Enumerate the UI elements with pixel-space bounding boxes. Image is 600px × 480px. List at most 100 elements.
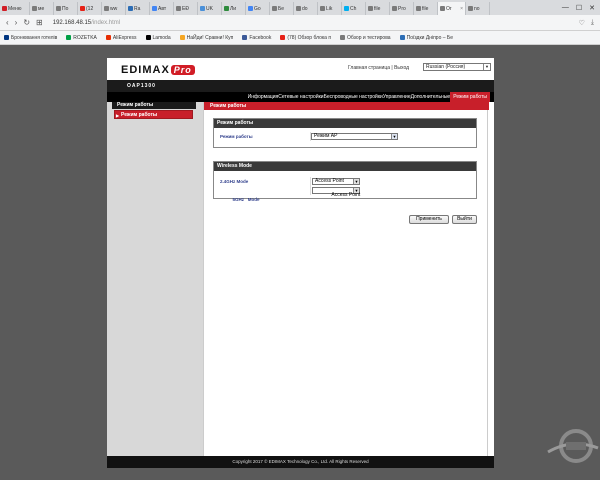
browser-tab[interactable]: Меню xyxy=(0,2,30,15)
bookmark-favicon-icon xyxy=(66,35,72,40)
close-icon[interactable]: ✕ xyxy=(589,4,595,12)
wireless-24ghz-select[interactable]: Access Point ▼ xyxy=(312,178,360,185)
browser-tab[interactable]: Lik xyxy=(318,2,342,15)
tab-label: Авт xyxy=(158,5,167,12)
footer-copyright: Copyright 2017 © EDIMAX Technology Co., … xyxy=(107,456,494,468)
exit-button[interactable]: Выйти xyxy=(452,215,477,224)
menu-item[interactable]: Беспроводные настройки xyxy=(324,92,383,102)
page-header: EDIMAX Pro Главная страница | Выход Russi… xyxy=(107,58,494,80)
sidebar-item-operation-mode[interactable]: Режим работы xyxy=(114,110,193,120)
browser-tab[interactable]: Ли xyxy=(222,2,246,15)
browser-tab[interactable]: Or × xyxy=(438,2,466,15)
tab-label: Lik xyxy=(326,5,333,12)
tab-favicon-icon xyxy=(224,6,229,11)
browser-tab[interactable]: Pro xyxy=(390,2,414,15)
logout-link[interactable]: Выход xyxy=(394,65,409,71)
operation-mode-select[interactable]: Режим AP ▼ xyxy=(311,133,398,140)
bookmark-item[interactable]: Обзор и тестирова xyxy=(340,35,391,41)
wireless-24ghz-value: Access Point xyxy=(315,178,344,184)
bookmark-item[interactable]: AliExpress xyxy=(105,35,137,41)
chevron-down-icon: ▼ xyxy=(353,188,359,193)
tab-label: По xyxy=(62,5,69,12)
browser-tab[interactable]: Go xyxy=(246,2,270,15)
mode-label: Режим работы xyxy=(220,134,253,139)
address-bar: ‹ › ↻ ⊞ 192.168.48.15/index.html ♡ ⤓ xyxy=(0,15,600,31)
browser-tab[interactable]: ww xyxy=(102,2,126,15)
apply-button[interactable]: Применить xyxy=(409,215,449,224)
bookmark-label: Поїздки Дніпро – Бе xyxy=(406,34,453,41)
browser-tab[interactable]: EĐ xyxy=(174,2,198,15)
wireless-5ghz-select[interactable]: Access Point ▼ xyxy=(312,187,360,198)
bookmark-favicon-icon xyxy=(242,35,248,40)
browser-tab[interactable]: Ch xyxy=(342,2,366,15)
tab-favicon-icon xyxy=(176,6,181,11)
home-link[interactable]: Главная страница xyxy=(348,65,390,71)
browser-tab[interactable]: (12 xyxy=(78,2,102,15)
tab-label: Ch xyxy=(350,5,357,12)
bookmark-item[interactable]: (78) Обзор блока п xyxy=(280,35,331,41)
browser-tab[interactable]: По xyxy=(54,2,78,15)
menu-item[interactable]: Дополнительные xyxy=(411,92,451,102)
url-field[interactable]: 192.168.48.15/index.html xyxy=(53,20,120,26)
browser-tab[interactable]: file xyxy=(366,2,390,15)
mode-panel-heading: Режим работы xyxy=(214,119,476,128)
bookmark-label: ROZETKA xyxy=(73,34,97,41)
bookmark-item[interactable]: Бронювання готелів xyxy=(4,35,57,41)
tab-label: Or xyxy=(446,5,452,12)
close-tab-icon[interactable]: × xyxy=(460,6,463,12)
tab-label: UK xyxy=(206,5,213,12)
url-path: /index.html xyxy=(91,19,121,26)
chevron-down-icon: ▼ xyxy=(353,179,359,184)
browser-tab[interactable]: ме xyxy=(30,2,54,15)
browser-tab-bar: Меню ме По (12 ww Ra Авт EĐ UK Ли Go Бе do Lik Ch file P… xyxy=(0,0,600,15)
speed-dial-icon[interactable]: ⊞ xyxy=(36,18,43,27)
tab-favicon-icon xyxy=(2,6,7,11)
tab-label: Ли xyxy=(230,5,237,12)
operation-mode-value: Режим AP xyxy=(314,133,338,139)
row-divider xyxy=(310,186,311,195)
chevron-down-icon: ▼ xyxy=(483,64,490,70)
tab-favicon-icon xyxy=(56,6,61,11)
browser-tab[interactable]: UK xyxy=(198,2,222,15)
bookmark-heart-icon[interactable]: ♡ xyxy=(579,19,585,27)
bookmark-favicon-icon xyxy=(280,35,286,40)
tab-favicon-icon xyxy=(416,6,421,11)
menu-item[interactable]: Режим работы xyxy=(450,92,490,102)
bookmark-item[interactable]: Поїздки Дніпро – Бе xyxy=(399,34,453,41)
download-icon[interactable]: ⤓ xyxy=(591,19,594,27)
language-select[interactable]: Russian (Россия) ▼ xyxy=(423,63,491,71)
browser-tab[interactable]: Бе xyxy=(270,2,294,15)
mode-row: Режим работы Режим AP ▼ xyxy=(214,132,476,141)
gecid-watermark xyxy=(542,428,600,468)
mode-panel: Режим работы Режим работы Режим AP ▼ xyxy=(213,118,477,148)
wireless-panel-heading: Wireless Mode xyxy=(214,162,476,171)
logo-badge: Pro xyxy=(170,65,195,75)
tab-label: Меню xyxy=(8,5,22,12)
minimize-icon[interactable]: — xyxy=(562,4,569,12)
bookmark-item[interactable]: ROZETKA xyxy=(66,35,97,41)
menu-item[interactable]: Сетевые настройки xyxy=(278,92,323,102)
tab-favicon-icon xyxy=(152,6,157,11)
menu-item[interactable]: Управление xyxy=(383,92,411,102)
back-icon[interactable]: ‹ xyxy=(6,18,9,27)
bookmark-item[interactable]: Facebook xyxy=(242,35,271,41)
browser-tab[interactable]: do xyxy=(294,2,318,15)
wireless-5ghz-label: 5GHz Mode xyxy=(232,197,260,202)
tab-favicon-icon xyxy=(128,6,133,11)
bookmark-item[interactable]: Lamoda xyxy=(145,35,171,41)
browser-tab[interactable]: Авт xyxy=(150,2,174,15)
browser-tab[interactable]: file xyxy=(414,2,438,15)
maximize-icon[interactable]: ☐ xyxy=(576,4,582,12)
address-bar-actions: ♡ ⤓ xyxy=(579,19,594,27)
tab-favicon-icon xyxy=(392,6,397,11)
browser-tab[interactable]: Ra xyxy=(126,2,150,15)
forward-icon[interactable]: › xyxy=(15,18,18,27)
browser-tab[interactable]: no xyxy=(466,2,490,15)
row-divider xyxy=(310,177,311,186)
reload-icon[interactable]: ↻ xyxy=(23,18,30,27)
bookmark-item[interactable]: НаЙди! Сравни! Куп xyxy=(179,35,233,41)
link-separator: | xyxy=(391,65,393,71)
logo-text: EDIMAX xyxy=(121,64,170,76)
tab-favicon-icon xyxy=(200,6,205,11)
menu-item[interactable]: Информация xyxy=(248,92,279,102)
